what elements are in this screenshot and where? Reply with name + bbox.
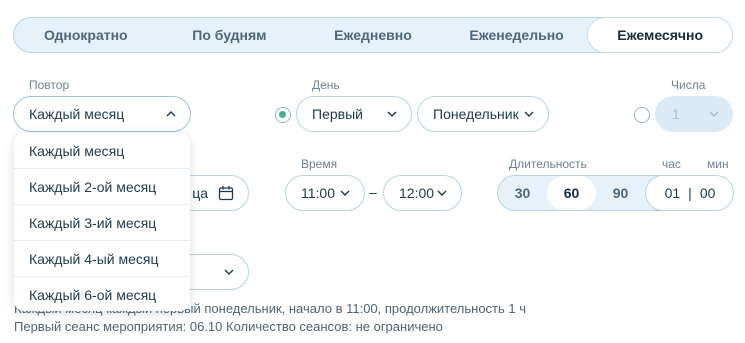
repeat-label: Повтор — [29, 78, 70, 92]
end-date-partial: ца — [192, 185, 208, 201]
chevron-down-icon — [523, 108, 535, 120]
tab-once[interactable]: Однократно — [14, 18, 158, 52]
day-radio[interactable] — [275, 107, 291, 123]
dropdown-item-every-3rd-month[interactable]: Каждый 3-ий месяц — [14, 205, 190, 241]
dropdown-item-every-4th-month[interactable]: Каждый 4-ый месяц — [14, 241, 190, 277]
repeat-dropdown-menu: Каждый месяц Каждый 2-ой месяц Каждый 3-… — [14, 133, 190, 311]
duration-separator: | — [688, 185, 692, 201]
dropdown-item-every-6th-month[interactable]: Каждый 6-ой месяц — [14, 277, 190, 311]
duration-option-90[interactable]: 90 — [596, 176, 645, 210]
dates-radio[interactable] — [634, 107, 650, 123]
tab-weekly[interactable]: Еженедельно — [445, 18, 589, 52]
dropdown-item-every-2nd-month[interactable]: Каждый 2-ой месяц — [14, 169, 190, 205]
summary-line-2: Первый сеанс мероприятия: 06.10 Количест… — [14, 319, 443, 334]
tab-weekdays[interactable]: По будням — [158, 18, 302, 52]
duration-hours[interactable]: 01 — [665, 185, 681, 201]
time-label: Время — [301, 157, 338, 171]
dropdown-item-every-month[interactable]: Каждый месяц — [14, 133, 190, 169]
tab-monthly[interactable]: Ежемесячно — [588, 18, 732, 52]
day-label: День — [312, 78, 340, 92]
duration-minutes[interactable]: 00 — [700, 185, 716, 201]
dates-value: 1 — [672, 106, 680, 122]
duration-hours-label: час — [662, 157, 681, 171]
chevron-down-icon — [223, 266, 235, 278]
duration-label: Длительность — [509, 157, 587, 171]
time-start-select[interactable]: 11:00 — [285, 175, 365, 211]
time-end-select[interactable]: 12:00 — [383, 175, 462, 211]
time-start-value: 11:00 — [301, 185, 335, 201]
chevron-down-icon — [386, 108, 398, 120]
day-ordinal-select[interactable]: Первый — [296, 96, 412, 132]
chevron-down-icon — [339, 187, 351, 199]
duration-option-60[interactable]: 60 — [547, 176, 596, 210]
dates-select[interactable]: 1 — [655, 96, 733, 132]
chevron-down-icon — [436, 187, 448, 199]
duration-option-30[interactable]: 30 — [498, 176, 547, 210]
time-separator: – — [369, 184, 377, 200]
duration-custom-input[interactable]: 01 | 00 — [645, 176, 733, 210]
day-weekday-select[interactable]: Понедельник — [417, 96, 549, 132]
day-ordinal-value: Первый — [312, 106, 363, 122]
frequency-tabs: Однократно По будням Ежедневно Еженедель… — [13, 17, 733, 53]
time-end-value: 12:00 — [399, 185, 435, 201]
repeat-select[interactable]: Каждый месяц — [13, 96, 191, 132]
chevron-down-icon — [708, 108, 720, 120]
day-weekday-value: Понедельник — [433, 106, 519, 122]
calendar-icon[interactable] — [218, 185, 234, 201]
duration-control: 30 60 90 01 | 00 — [497, 175, 734, 211]
repeat-value: Каждый месяц — [29, 106, 125, 122]
duration-minutes-label: мин — [707, 157, 729, 171]
chevron-up-icon — [165, 108, 177, 120]
dates-label: Числа — [671, 78, 706, 92]
tab-daily[interactable]: Ежедневно — [301, 18, 445, 52]
